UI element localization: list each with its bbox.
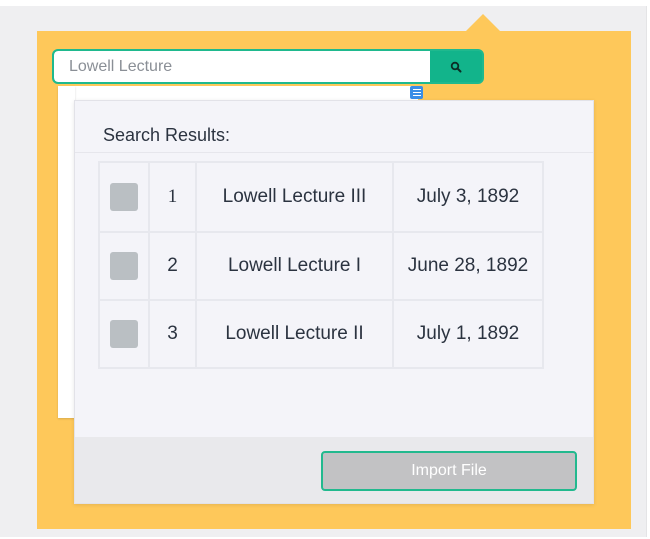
checkbox-cell xyxy=(98,231,150,301)
results-title: Search Results: xyxy=(103,125,231,145)
row-number: 2 xyxy=(148,231,197,301)
row-date: June 28, 1892 xyxy=(392,231,544,301)
search-input[interactable] xyxy=(54,51,430,82)
row-date: July 1, 1892 xyxy=(392,299,544,369)
table-row[interactable]: 2 Lowell Lecture I June 28, 1892 xyxy=(98,231,544,301)
search-button[interactable] xyxy=(430,51,482,82)
table-row[interactable]: 3 Lowell Lecture II July 1, 1892 xyxy=(98,299,544,369)
search-results-card: Search Results: 1 Lowell Lecture III Jul… xyxy=(74,100,594,504)
checkbox-cell xyxy=(98,161,150,233)
results-table: 1 Lowell Lecture III July 3, 1892 2 Lowe… xyxy=(98,161,544,369)
row-title: Lowell Lecture II xyxy=(195,299,394,369)
row-date: July 3, 1892 xyxy=(392,161,544,233)
row-title: Lowell Lecture III xyxy=(195,161,394,233)
row-checkbox[interactable] xyxy=(110,320,138,348)
row-checkbox[interactable] xyxy=(110,183,138,211)
document-sheet xyxy=(58,86,75,418)
checkbox-cell xyxy=(98,299,150,369)
search-bar xyxy=(52,49,484,84)
divider xyxy=(75,152,593,153)
row-number: 3 xyxy=(148,299,197,369)
row-title: Lowell Lecture I xyxy=(195,231,394,301)
popover-pointer xyxy=(466,14,500,31)
menu-icon[interactable] xyxy=(410,86,423,99)
row-checkbox[interactable] xyxy=(110,252,138,280)
table-row[interactable]: 1 Lowell Lecture III July 3, 1892 xyxy=(98,161,544,233)
search-icon xyxy=(450,61,462,72)
row-number: 1 xyxy=(148,161,197,233)
results-footer: Import File xyxy=(75,437,593,503)
import-file-button[interactable]: Import File xyxy=(321,451,577,491)
